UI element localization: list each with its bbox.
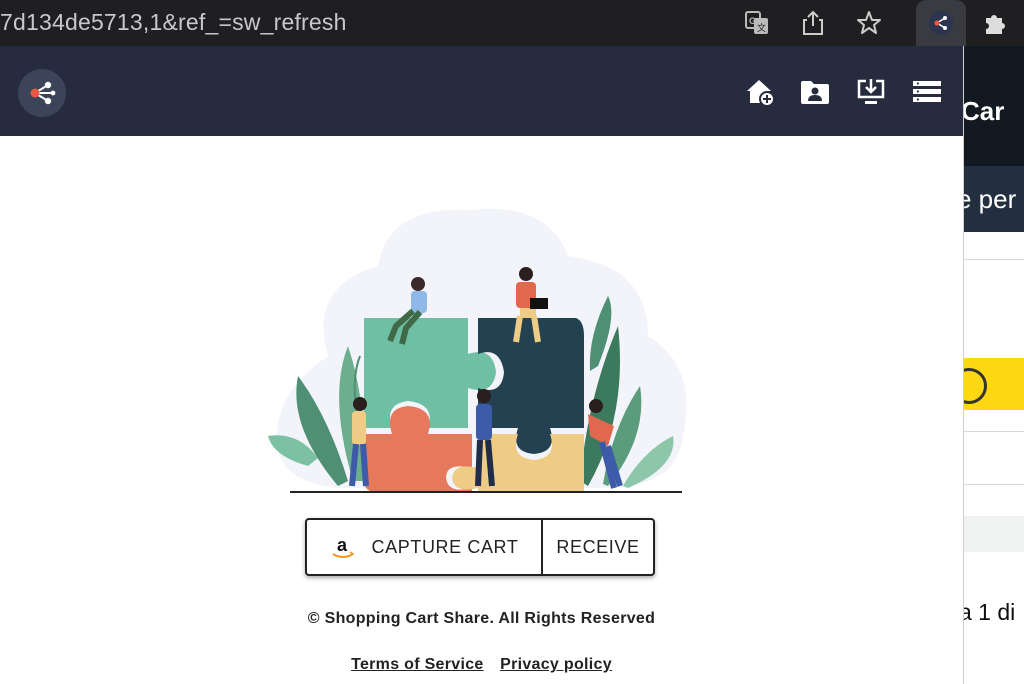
browser-toolbar: 7d134de5713,1&ref_=sw_refresh G 文 <box>0 0 1024 46</box>
divider <box>963 431 1024 432</box>
site-header: Car <box>963 46 1024 166</box>
action-button-group: a CAPTURE CART RECEIVE <box>305 518 655 576</box>
list-icon[interactable] <box>911 76 943 108</box>
translate-icon[interactable]: G 文 <box>741 7 773 39</box>
download-icon[interactable] <box>855 76 887 108</box>
site-brand-text[interactable]: Car <box>963 96 1004 127</box>
share-nodes-icon <box>18 69 66 117</box>
site-banner: e per <box>963 166 1024 232</box>
privacy-policy-link[interactable]: Privacy policy <box>500 656 612 673</box>
svg-text:a: a <box>337 535 348 555</box>
gray-strip <box>963 516 1024 552</box>
capture-cart-button[interactable]: a CAPTURE CART <box>307 520 543 574</box>
share-icon[interactable] <box>797 7 829 39</box>
extension-popup: a CAPTURE CART RECEIVE © Shopping Cart S… <box>0 46 963 684</box>
capture-cart-label: CAPTURE CART <box>371 536 519 557</box>
divider <box>963 259 1024 260</box>
folder-user-icon[interactable] <box>799 76 831 108</box>
receive-button[interactable]: RECEIVE <box>543 520 653 574</box>
puzzle-team-illustration <box>268 196 693 501</box>
address-bar-url[interactable]: 7d134de5713,1&ref_=sw_refresh <box>0 9 347 36</box>
amazon-icon: a <box>330 534 356 560</box>
star-icon[interactable] <box>853 7 885 39</box>
receive-label: RECEIVE <box>556 536 640 557</box>
puzzle-icon[interactable] <box>979 7 1011 39</box>
terms-of-service-link[interactable]: Terms of Service <box>351 656 484 673</box>
extension-share-icon[interactable] <box>925 7 957 39</box>
divider <box>963 484 1024 485</box>
background-web-page: Car e per a 1 di <box>963 46 1024 684</box>
svg-text:G: G <box>749 16 756 26</box>
footer-links: Terms of Service Privacy policy <box>0 656 963 674</box>
yellow-button[interactable] <box>963 358 1024 410</box>
banner-text: e per <box>963 184 1017 214</box>
copyright-text: © Shopping Cart Share. All Rights Reserv… <box>307 610 656 627</box>
home-add-icon[interactable] <box>744 76 776 108</box>
page-text: a 1 di <box>963 599 1016 625</box>
svg-text:文: 文 <box>757 22 766 33</box>
popup-header <box>0 46 963 136</box>
